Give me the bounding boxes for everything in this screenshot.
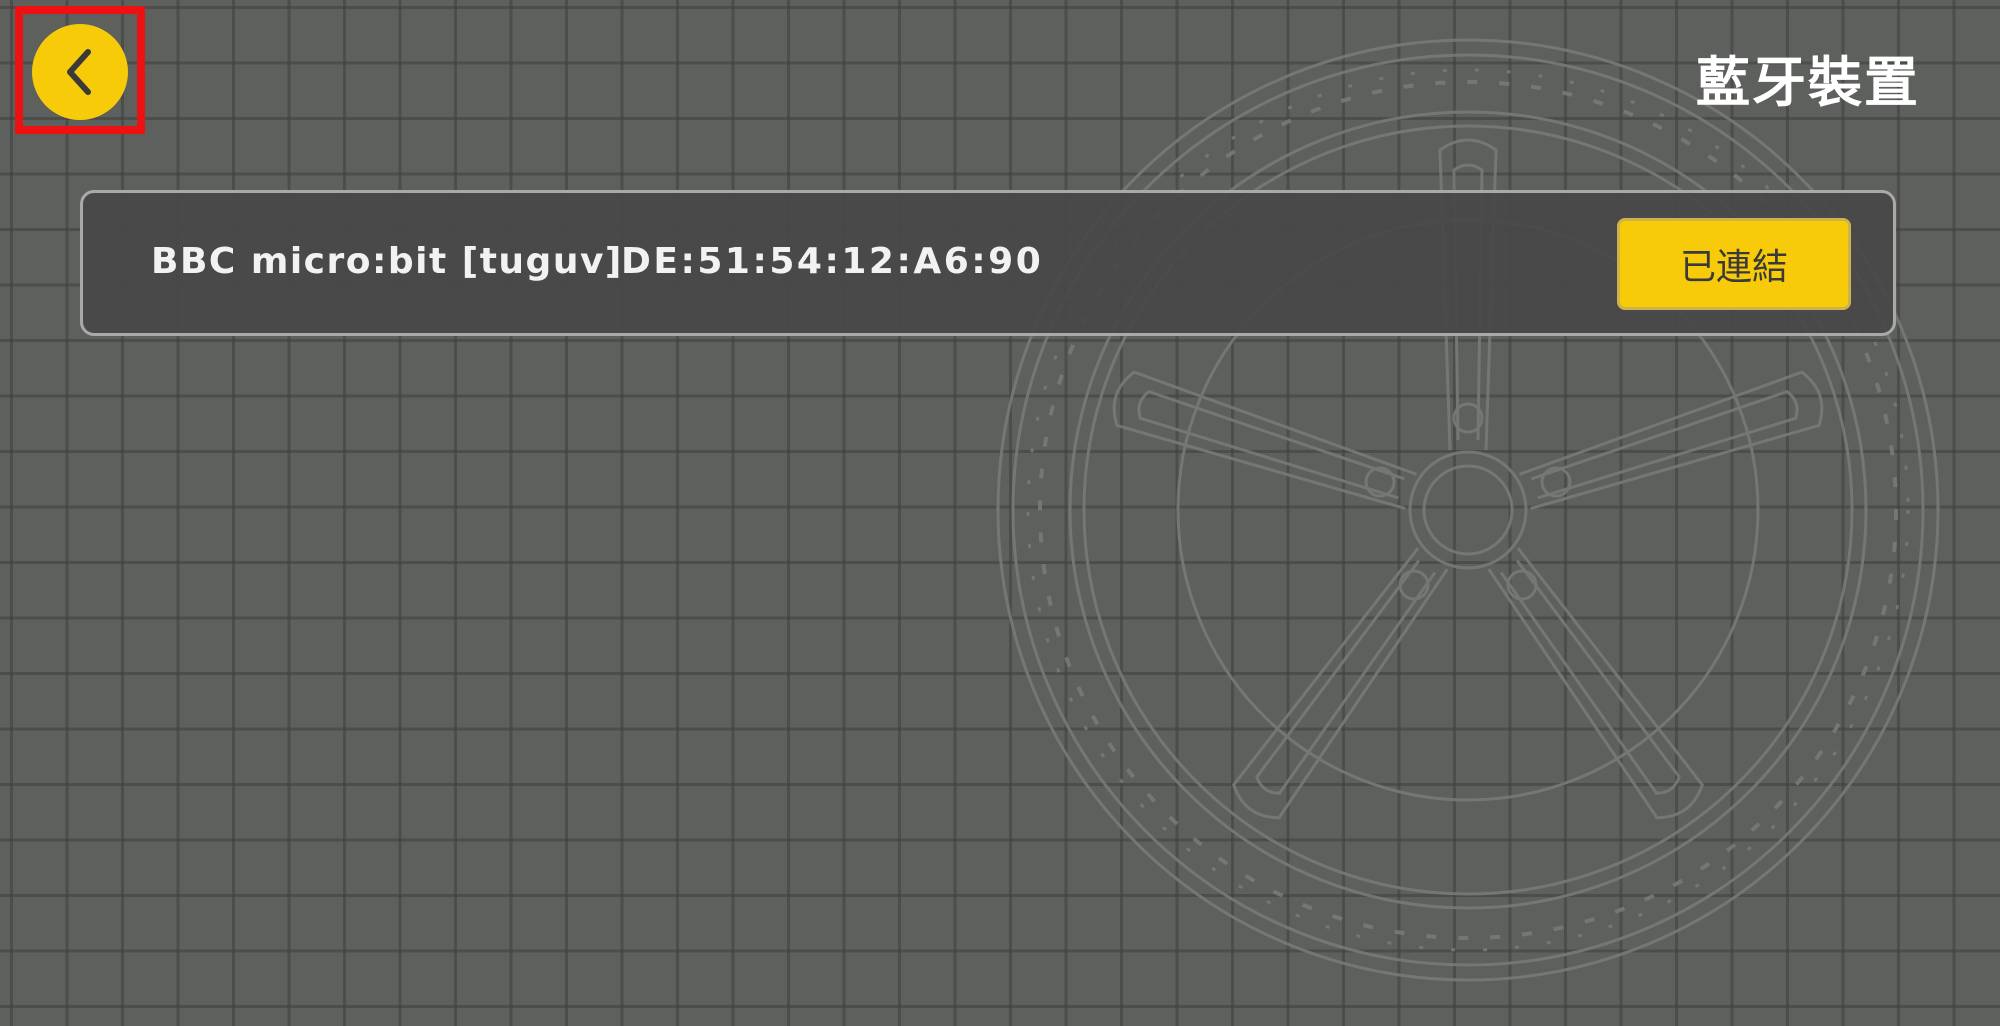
device-address: DE:51:54:12:A6:90 xyxy=(621,241,1044,282)
connected-button[interactable]: 已連結 xyxy=(1617,218,1851,310)
page-title: 藍牙裝置 xyxy=(1696,51,1920,114)
device-row: BBC micro:bit [tuguv] DE:51:54:12:A6:90 … xyxy=(80,190,1896,336)
device-name: BBC micro:bit [tuguv] xyxy=(151,241,623,282)
chevron-left-icon xyxy=(67,49,91,95)
wheel-illustration xyxy=(996,38,1940,982)
back-button[interactable] xyxy=(32,24,128,120)
